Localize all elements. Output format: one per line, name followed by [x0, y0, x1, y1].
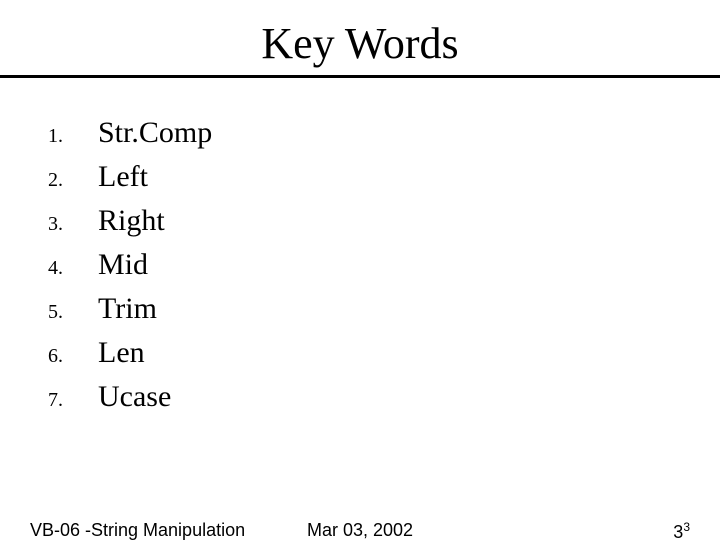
slide-title: Key Words [261, 18, 458, 69]
footer-date: Mar 03, 2002 [307, 520, 413, 541]
footer-left: VB-06 -String Manipulation [30, 520, 245, 541]
list-item: 6. Len [48, 336, 720, 370]
list-item: 1. Str.Comp [48, 116, 720, 150]
list-number: 3. [48, 213, 98, 236]
list-number: 2. [48, 169, 98, 192]
list-term: Left [98, 160, 148, 194]
list-term: Ucase [98, 380, 171, 414]
list-number: 1. [48, 125, 98, 148]
list-term: Trim [98, 292, 157, 326]
list-number: 6. [48, 345, 98, 368]
list-term: Right [98, 204, 165, 238]
list-term: Mid [98, 248, 148, 282]
list-item: 3. Right [48, 204, 720, 238]
list-item: 4. Mid [48, 248, 720, 282]
list-item: 7. Ucase [48, 380, 720, 414]
list-item: 2. Left [48, 160, 720, 194]
list-term: Len [98, 336, 145, 370]
slide: Key Words 1. Str.Comp 2. Left 3. Right 4… [0, 0, 720, 540]
title-area: Key Words [0, 0, 720, 69]
footer-page-sup: 3 [683, 520, 690, 534]
list-number: 4. [48, 257, 98, 280]
footer-page-main: 3 [673, 522, 683, 542]
list-term: Str.Comp [98, 116, 212, 150]
list-body: 1. Str.Comp 2. Left 3. Right 4. Mid 5. T… [0, 78, 720, 414]
list-item: 5. Trim [48, 292, 720, 326]
list-number: 5. [48, 301, 98, 324]
list-number: 7. [48, 389, 98, 412]
